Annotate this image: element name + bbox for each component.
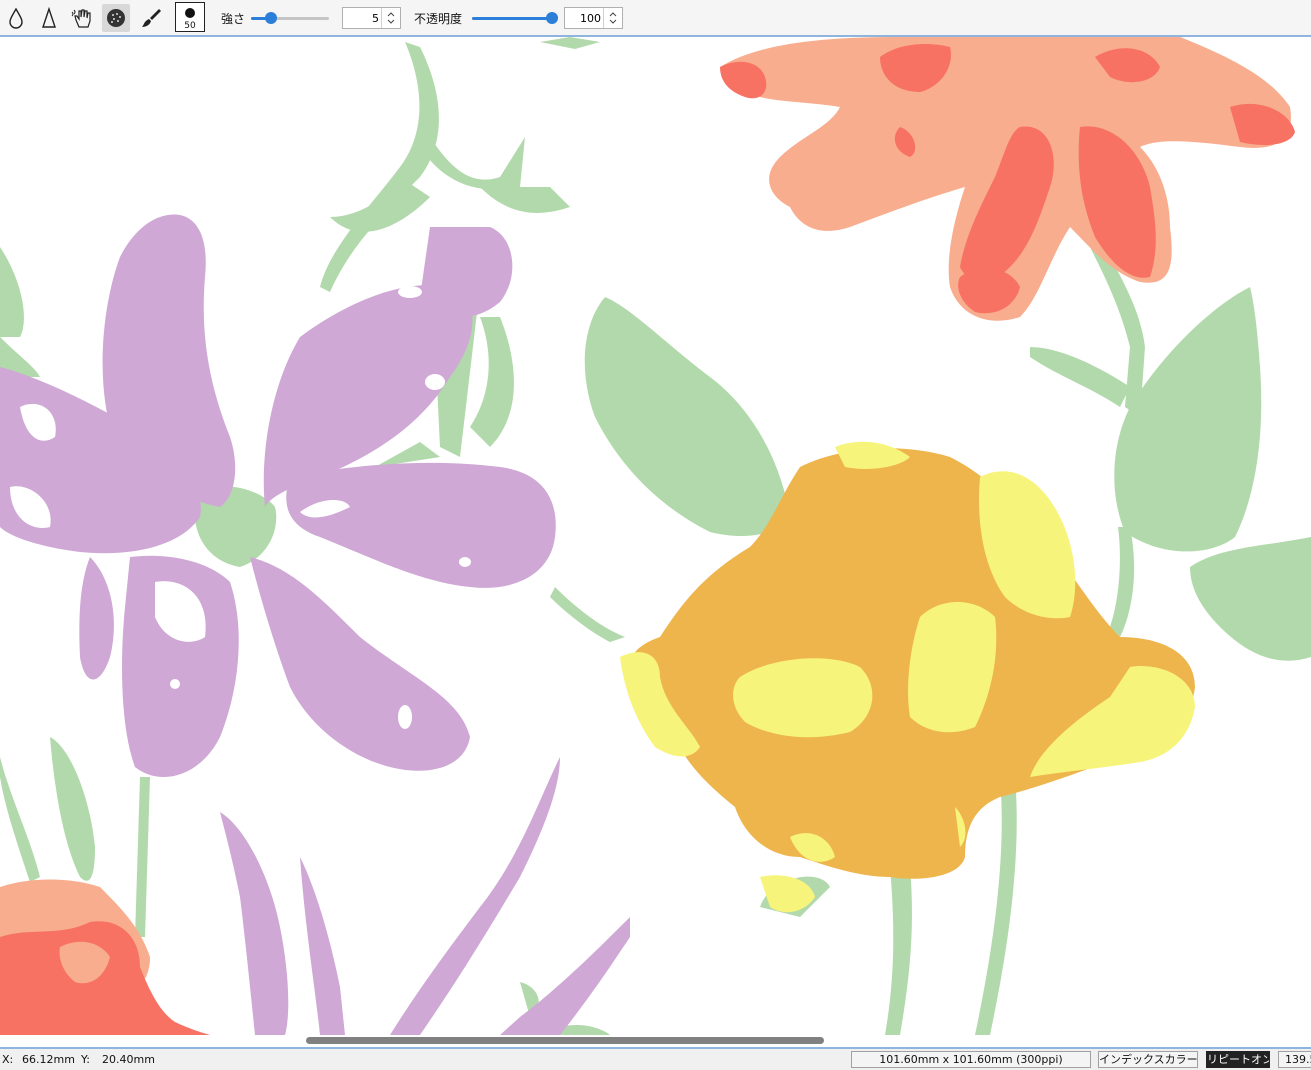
spin-arrows-icon xyxy=(609,12,617,24)
opacity-input[interactable] xyxy=(565,8,605,28)
bottom-left-flower xyxy=(0,879,210,1035)
artwork-canvas[interactable] xyxy=(0,37,1311,1035)
opacity-label: 不透明度 xyxy=(414,12,463,26)
orange-top-flower xyxy=(720,37,1295,321)
drop-icon[interactable] xyxy=(2,4,30,32)
document-size: 101.60mm x 101.60mm (300ppi) xyxy=(851,1051,1091,1068)
zoom-level[interactable]: 139.5 xyxy=(1278,1051,1311,1068)
x-coordinate-value: 66.12mm xyxy=(22,1053,75,1066)
floral-artwork xyxy=(0,37,1311,1035)
opacity-slider[interactable] xyxy=(472,12,558,24)
paint-brush-icon[interactable] xyxy=(137,4,165,32)
brush-size-value: 50 xyxy=(184,21,196,31)
spin-arrows-icon xyxy=(387,12,395,24)
strength-spinbox[interactable] xyxy=(342,7,401,29)
smudge-hand-icon[interactable] xyxy=(69,4,97,32)
strength-input[interactable] xyxy=(343,8,383,28)
toolbar: 50 強さ 不透明度 xyxy=(0,0,1311,37)
y-coordinate-label: Y: xyxy=(81,1053,90,1066)
strength-label: 強さ xyxy=(221,12,246,26)
sharpen-icon[interactable] xyxy=(35,4,63,32)
scrollbar-thumb[interactable] xyxy=(306,1037,824,1044)
x-coordinate-label: X: xyxy=(2,1053,14,1066)
color-mode-button[interactable]: インデックスカラー xyxy=(1098,1051,1198,1068)
horizontal-scrollbar[interactable] xyxy=(0,1035,1311,1047)
strength-stepper[interactable] xyxy=(381,8,400,28)
brush-size-preview[interactable]: 50 xyxy=(175,2,205,32)
strength-slider[interactable] xyxy=(251,12,329,24)
repeat-toggle-button[interactable]: リピートオン xyxy=(1206,1051,1270,1068)
opacity-slider-thumb[interactable] xyxy=(546,12,558,24)
status-bar: X: 66.12mm Y: 20.40mm 101.60mm x 101.60m… xyxy=(0,1047,1311,1070)
opacity-stepper[interactable] xyxy=(603,8,622,28)
brush-dot-icon xyxy=(185,8,195,18)
opacity-spinbox[interactable] xyxy=(564,7,623,29)
scatter-brush-icon[interactable] xyxy=(102,4,130,32)
opacity-slider-fill xyxy=(472,17,552,20)
y-coordinate-value: 20.40mm xyxy=(102,1053,155,1066)
strength-slider-thumb[interactable] xyxy=(264,12,277,24)
